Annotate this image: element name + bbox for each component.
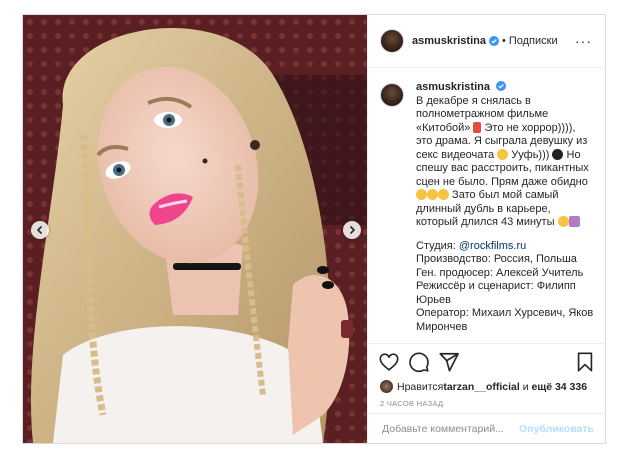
likes-prefix: Нравится xyxy=(397,380,444,393)
action-bar xyxy=(368,343,606,379)
bookmark-icon[interactable] xyxy=(574,351,596,373)
winking-face-emoji-icon xyxy=(497,148,509,160)
producer-line: Ген. продюсер: Алексей Учитель xyxy=(416,266,584,279)
verified-badge-icon xyxy=(488,36,499,46)
caption-area: asmuskristina В декабре я снялась в полн… xyxy=(368,69,606,343)
post-header: asmuskristina • Подписки ··· xyxy=(368,15,606,68)
avatar[interactable] xyxy=(380,29,404,53)
avatar[interactable] xyxy=(380,83,404,107)
heart-icon[interactable] xyxy=(378,351,400,373)
chevron-right-icon xyxy=(349,225,356,235)
face-emoji-icon xyxy=(557,216,569,227)
likes-count[interactable]: ещё 34 336 xyxy=(532,381,588,393)
production-line: Производство: Россия, Польша xyxy=(416,253,577,265)
prev-photo-button[interactable] xyxy=(31,221,49,239)
studio-label: Студия: xyxy=(416,239,459,252)
portrait-image xyxy=(23,15,367,443)
liker-username[interactable]: tarzan__official xyxy=(443,381,519,393)
operator-line: Оператор: Михаил Хурсевич, Яков Мирончев xyxy=(416,307,594,333)
paper-plane-icon[interactable] xyxy=(438,351,460,373)
caption: asmuskristina В декабре я снялась в полн… xyxy=(380,81,594,334)
bomb-emoji-icon xyxy=(552,148,564,160)
instagram-post: asmuskristina • Подписки ··· asmuskristi… xyxy=(22,14,606,444)
separator-dot: • xyxy=(501,35,506,47)
caption-text: asmuskristina В декабре я снялась в полн… xyxy=(416,81,594,334)
caption-username[interactable]: asmuskristina xyxy=(416,81,490,93)
header-username[interactable]: asmuskristina xyxy=(412,35,486,47)
more-options-icon[interactable]: ··· xyxy=(575,33,592,49)
studio-link[interactable]: @rockfilms.ru xyxy=(459,240,526,252)
likes-middle: и xyxy=(519,380,532,393)
post-photo[interactable] xyxy=(23,15,367,443)
caption-line: Ууфь))) xyxy=(508,148,553,161)
comment-icon[interactable] xyxy=(408,351,430,373)
comment-bar: Опубликовать xyxy=(368,413,606,443)
grinning-face-emoji-icon xyxy=(416,189,427,200)
director-line: Режиссёр и сценарист: Филипп Юрьев xyxy=(416,280,576,306)
publish-button[interactable]: Опубликовать xyxy=(519,423,594,435)
grinning-face-emoji-icon xyxy=(438,189,449,200)
post-side-panel: asmuskristina • Подписки ··· asmuskristi… xyxy=(367,15,606,443)
following-button[interactable]: Подписки xyxy=(509,35,558,47)
next-photo-button[interactable] xyxy=(343,221,361,239)
post-time[interactable]: 2 ЧАСОВ НАЗАД xyxy=(380,399,443,408)
comment-input[interactable] xyxy=(380,421,520,436)
grinning-face-emoji-icon xyxy=(427,189,438,200)
clapper-board-emoji-icon xyxy=(568,216,580,227)
chevron-left-icon xyxy=(36,225,43,235)
likes-summary: Нравится tarzan__official и ещё 34 336 xyxy=(380,380,598,393)
liker-avatar[interactable] xyxy=(380,380,393,393)
verified-badge-icon xyxy=(496,81,507,91)
